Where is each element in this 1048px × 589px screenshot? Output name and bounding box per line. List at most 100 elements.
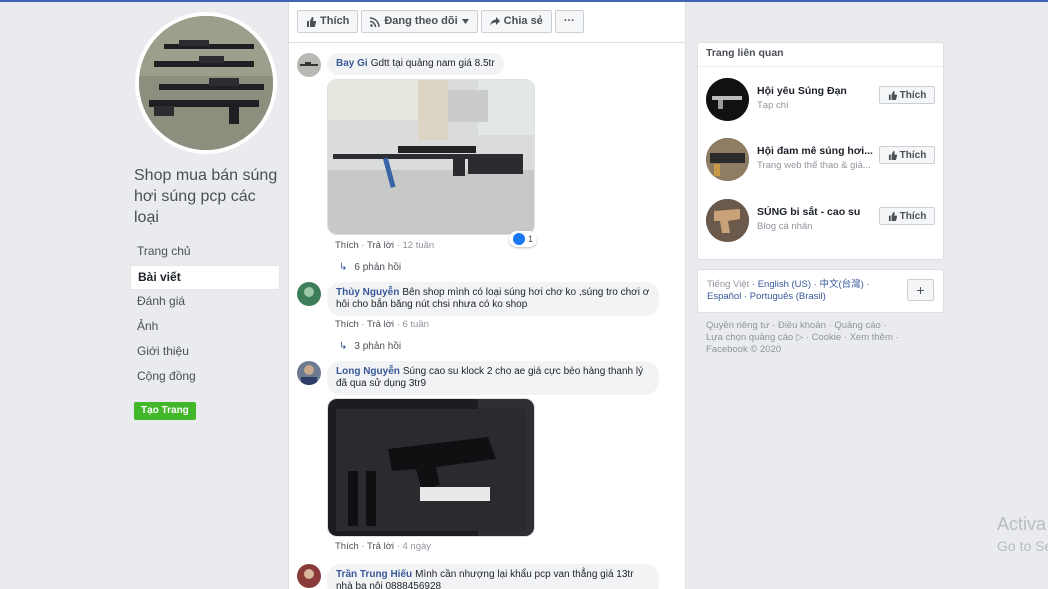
comment-like-link[interactable]: Thích xyxy=(335,240,359,251)
comment-reply-link[interactable]: Trả lời xyxy=(367,319,394,330)
footer-links-line2[interactable]: Lựa chọn quảng cáo ▷ · Cookie · Xem thêm… xyxy=(706,332,946,344)
related-page-thumbnail[interactable] xyxy=(706,78,749,121)
nav-home[interactable]: Trang chủ xyxy=(130,240,280,265)
language-option[interactable]: English (US) xyxy=(758,279,811,290)
profile-picture-image xyxy=(139,16,273,150)
comment-author[interactable]: Trần Trung Hiếu xyxy=(336,569,412,580)
avatar[interactable] xyxy=(297,564,321,588)
thumbs-up-icon xyxy=(888,90,897,100)
like-reaction-icon xyxy=(513,233,525,245)
toolbar-divider xyxy=(288,42,686,43)
comment-text: Gdtt tại quảng nam giá 8.5tr xyxy=(370,58,495,69)
chevron-down-icon xyxy=(461,19,469,24)
share-arrow-icon xyxy=(489,17,500,26)
comment-photo[interactable] xyxy=(327,398,535,537)
related-pages-card: Trang liên quan Hội yêu Súng Đạn Tạp chí… xyxy=(697,42,944,260)
language-option[interactable]: 中文(台灣) xyxy=(819,279,863,290)
related-page-image xyxy=(706,138,749,181)
related-page-image xyxy=(706,199,749,242)
comment-reply-link[interactable]: Trả lời xyxy=(367,240,394,251)
language-selector-card: Tiếng Việt · English (US) · 中文(台灣) · Esp… xyxy=(697,269,944,313)
nav-community[interactable]: Cộng đồng xyxy=(130,365,280,390)
reaction-number: 1 xyxy=(528,234,534,244)
footer-links-line1[interactable]: Quyền riêng tư · Điều khoản · Quảng cáo … xyxy=(706,320,946,332)
create-page-button[interactable]: Tạo Trang xyxy=(134,402,196,420)
rss-icon xyxy=(370,16,381,27)
related-page-item: Hội yêu Súng Đạn Tạp chí Thích xyxy=(706,78,935,122)
nav-about[interactable]: Giới thiệu xyxy=(130,340,280,365)
avatar[interactable] xyxy=(297,282,321,306)
related-page-item: Hội đam mê súng hơi... Trang web thể tha… xyxy=(706,138,935,182)
avatar[interactable] xyxy=(297,361,321,385)
like-page-button[interactable]: Thích xyxy=(297,10,359,33)
comment-actions: Thích · Trả lời · 6 tuần xyxy=(335,319,429,330)
page-profile-picture[interactable] xyxy=(135,12,277,154)
comment-bubble: Long Nguyễn Súng cao su klock 2 cho ae gi… xyxy=(327,361,659,395)
nav-posts[interactable]: Bài viết xyxy=(130,265,280,290)
comment-time[interactable]: 6 tuần xyxy=(403,319,429,330)
avatar-image xyxy=(297,361,321,385)
language-option[interactable]: Português (Brasil) xyxy=(750,291,826,302)
comment-time[interactable]: 4 ngày xyxy=(403,541,432,552)
share-button[interactable]: Chia sẻ xyxy=(480,10,552,33)
rifle-photo xyxy=(328,80,534,234)
avatar[interactable] xyxy=(297,53,321,77)
view-replies-link[interactable]: ↳ 3 phản hồi xyxy=(339,341,401,352)
comment-like-link[interactable]: Thích xyxy=(335,319,359,330)
page-name[interactable]: Shop mua bán súng hơi súng pcp các loại xyxy=(134,165,284,228)
thumbs-up-icon xyxy=(307,16,316,27)
comment-author[interactable]: Long Nguyễn xyxy=(336,366,400,377)
reaction-count[interactable]: 1 xyxy=(509,231,538,247)
page-navigation: Trang chủ Bài viết Đánh giá Ảnh Giới thi… xyxy=(130,240,280,390)
related-like-label: Thích xyxy=(899,89,927,101)
comment-actions: Thích · Trả lời · 4 ngày xyxy=(335,541,432,552)
avatar-image xyxy=(297,564,321,588)
related-page-image xyxy=(706,78,749,121)
nav-photos[interactable]: Ảnh xyxy=(130,315,280,340)
pistol-case-photo xyxy=(328,399,534,536)
related-page-thumbnail[interactable] xyxy=(706,199,749,242)
related-page-name[interactable]: Hội đam mê súng hơi... xyxy=(757,145,879,157)
activation-watermark-title: Activa xyxy=(997,514,1047,534)
related-page-category: Blog cá nhân xyxy=(757,221,813,232)
footer-copyright: Facebook © 2020 xyxy=(706,344,782,355)
comment-time[interactable]: 12 tuần xyxy=(403,240,435,251)
comment-reply-link[interactable]: Trả lời xyxy=(367,541,394,552)
share-label: Chia sẻ xyxy=(503,15,543,27)
comment-author[interactable]: Thủy Nguyễn xyxy=(336,287,399,298)
like-page-label: Thích xyxy=(320,15,350,27)
more-languages-button[interactable]: + xyxy=(907,279,934,301)
thumbs-up-icon xyxy=(888,150,897,160)
related-pages-title: Trang liên quan xyxy=(698,43,943,67)
view-replies-link[interactable]: ↳ 6 phản hồi xyxy=(339,262,401,273)
nav-reviews[interactable]: Đánh giá xyxy=(130,290,280,315)
related-page-item: SÚNG bi sắt - cao su Blog cá nhân Thích xyxy=(706,199,935,243)
related-like-label: Thích xyxy=(899,149,927,161)
page-footer: Quyền riêng tư · Điều khoản · Quảng cáo … xyxy=(706,320,946,356)
related-page-name[interactable]: SÚNG bi sắt - cao su xyxy=(757,206,879,218)
current-language: Tiếng Việt xyxy=(707,279,750,290)
language-option[interactable]: Español xyxy=(707,291,741,302)
comment-like-link[interactable]: Thích xyxy=(335,541,359,552)
left-column: Shop mua bán súng hơi súng pcp các loại … xyxy=(128,0,288,589)
related-like-label: Thích xyxy=(899,210,927,222)
more-options-button[interactable]: ··· xyxy=(554,10,584,33)
comment-bubble: Trần Trung Hiếu Mình cần nhượng lại khẩu … xyxy=(327,564,659,589)
thumbs-up-icon xyxy=(888,211,897,221)
related-page-thumbnail[interactable] xyxy=(706,138,749,181)
page-toolbar: Thích Đang theo dõi Chia sẻ ··· xyxy=(297,10,584,33)
following-label: Đang theo dõi xyxy=(384,15,458,27)
related-like-button[interactable]: Thích xyxy=(879,146,935,164)
related-page-name[interactable]: Hội yêu Súng Đạn xyxy=(757,85,879,97)
avatar-image xyxy=(297,282,321,306)
comment-author[interactable]: Bay Gi xyxy=(336,58,368,69)
related-like-button[interactable]: Thích xyxy=(879,207,935,225)
related-like-button[interactable]: Thích xyxy=(879,86,935,104)
replies-count: 3 phản hồi xyxy=(354,341,402,352)
related-page-category: Trang web thể thao & giả... xyxy=(757,160,871,171)
comment-bubble: Bay Gi Gdtt tại quảng nam giá 8.5tr xyxy=(327,53,504,75)
replies-count: 6 phản hồi xyxy=(354,262,402,273)
following-button[interactable]: Đang theo dõi xyxy=(361,10,478,33)
comment-photo[interactable] xyxy=(327,79,535,235)
comment-bubble: Thủy Nguyễn Bên shop mình có loại súng hơ… xyxy=(327,282,659,316)
